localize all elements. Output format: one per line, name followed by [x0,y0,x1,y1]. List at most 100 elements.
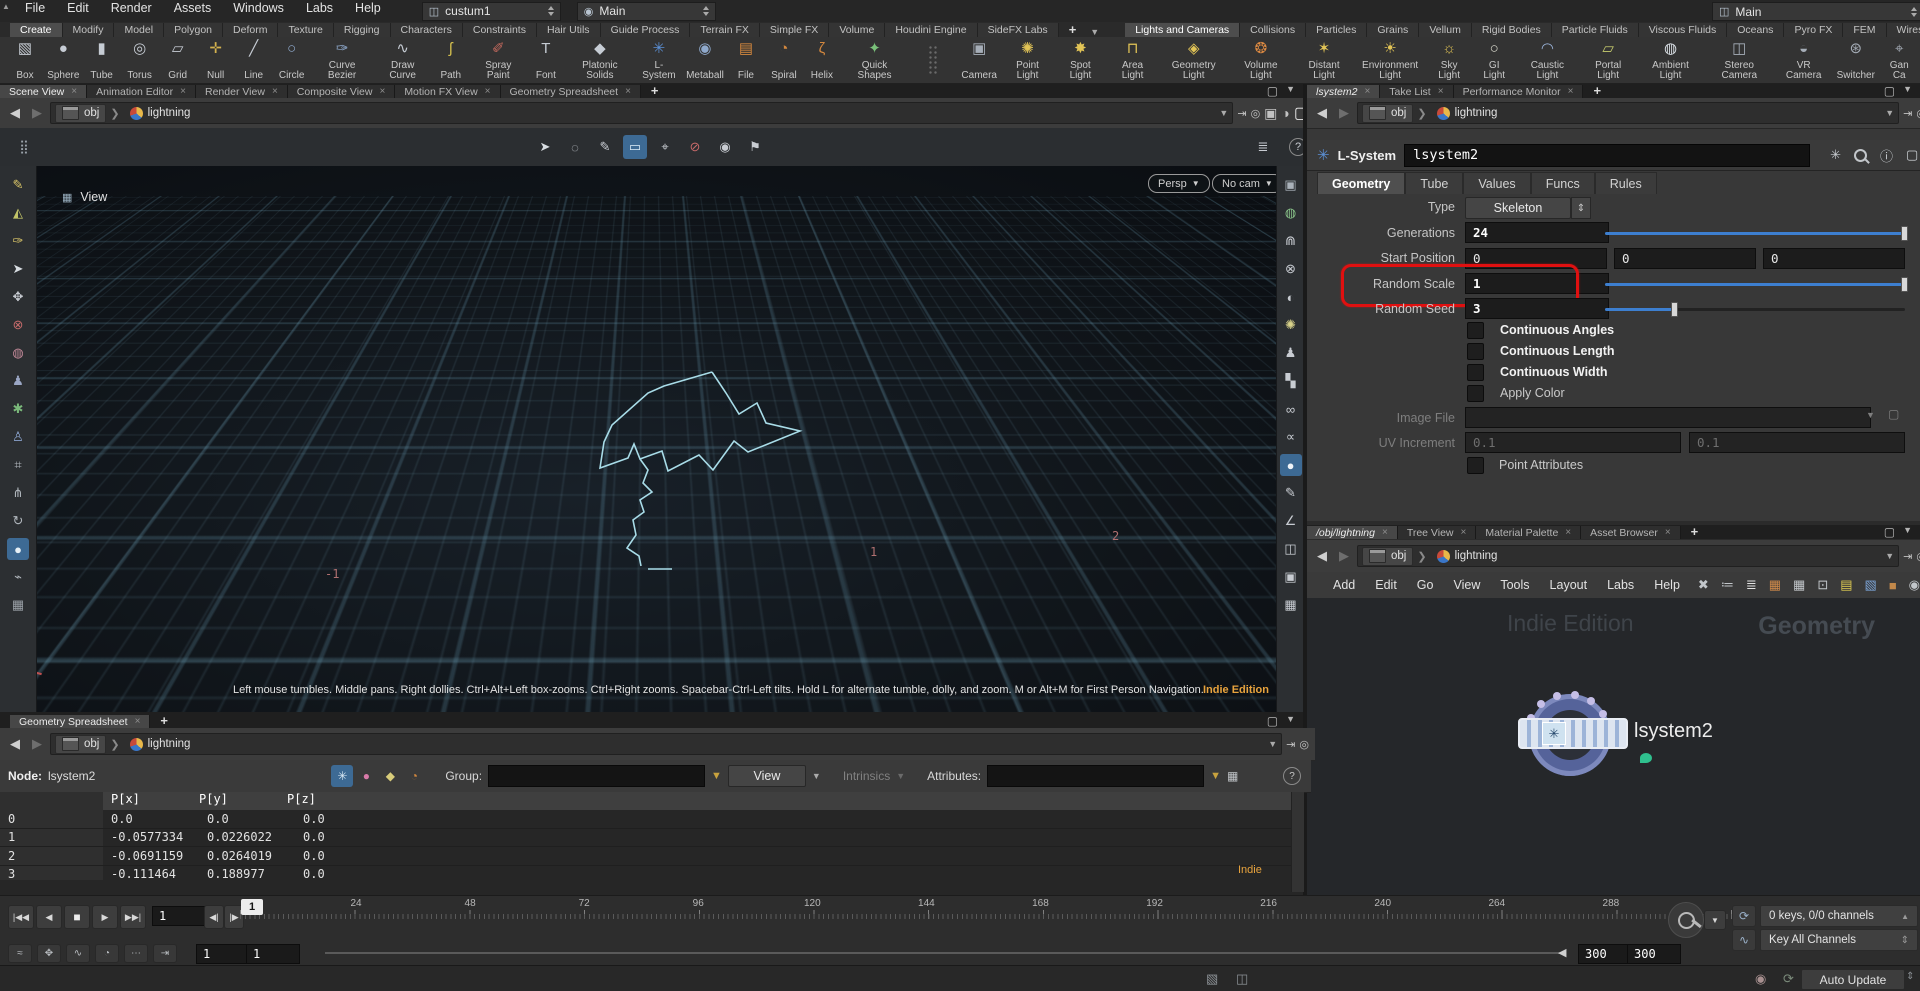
group-field[interactable] [488,765,705,787]
random-seed-slider[interactable] [1605,308,1905,311]
shelf-tool[interactable]: ✑ Curve Bezier [311,37,374,83]
scene-selector[interactable]: ◉ Main [577,2,716,21]
column-header[interactable]: P[x] [103,792,191,810]
playback-start-field[interactable]: 1 [246,944,300,964]
shelf-tool[interactable]: ✸ Spot Light [1055,37,1107,83]
go-to-start-button[interactable]: |◀◀ [8,905,34,929]
scene-spinner[interactable] [703,6,709,16]
selection-mask-icon[interactable]: ⊗ [7,314,29,336]
shelf-tool[interactable]: ◉ Metaball [683,37,727,83]
radial-menu-icon[interactable]: ◎ [1916,107,1920,120]
shelf-tab[interactable]: Particles [1306,23,1367,37]
folder-tab[interactable]: Tube [1405,172,1463,194]
shelf-tab[interactable]: Polygon [164,23,223,37]
pane-tab[interactable]: Material Palette× [1476,526,1581,539]
key-options-button[interactable]: ▼ [1704,910,1726,930]
shelf-tab[interactable]: Vellum [1419,23,1472,37]
shelf-tab[interactable]: Deform [223,23,278,37]
detail-mode-icon[interactable]: ◔ [403,765,425,787]
snapshot-icon[interactable]: ▣ [1280,566,1302,588]
playback-end-field[interactable]: 300 [1578,944,1632,964]
cloth-tool-icon[interactable]: ▦ [7,594,29,616]
checkbox[interactable] [1467,385,1484,402]
add-shelf-tab-button[interactable]: + [1059,22,1087,37]
network-menu-item[interactable]: Go [1407,578,1444,592]
go-to-end-button[interactable]: ▶▶| [120,905,146,929]
folder-tab[interactable]: Rules [1595,172,1657,194]
shelf-tool[interactable]: ◫ Stereo Camera [1704,37,1774,83]
node-name-field[interactable]: lsystem2 [1404,144,1810,167]
secure-selection-icon[interactable]: ⊘ [683,135,707,159]
new-pane-tab-button[interactable]: + [641,83,669,98]
path-field[interactable]: obj ❯ lightning ▼ [1357,545,1899,567]
shelf-tab[interactable]: Pyro FX [1784,23,1843,37]
shelf-tab[interactable]: Lights and Cameras [1125,23,1240,37]
shelf-tab[interactable]: Oceans [1727,23,1784,37]
view-camera-icon[interactable]: ▣ [1280,174,1302,196]
shelf-tool[interactable]: ◠ Caustic Light [1515,37,1579,83]
shelf-tab[interactable]: Volume [829,23,885,37]
close-icon[interactable]: × [71,86,77,97]
close-icon[interactable]: × [1382,527,1388,538]
shelf-tab[interactable]: Constraints [463,23,537,37]
shelf-tool[interactable]: ○ Circle [273,37,311,83]
pane-menu-icon[interactable]: ▢ [1884,525,1895,539]
menu-item[interactable]: Windows [222,0,295,19]
shelf-tool[interactable]: ⌖ Gan Ca [1878,37,1920,83]
camera-menu[interactable]: No cam▼ [1212,174,1283,193]
update-mode-dropdown[interactable]: Auto Update [1801,969,1905,990]
path-field[interactable]: obj ❯ lightning ▼ [1357,102,1899,124]
background-image-icon[interactable]: ▧ [1865,577,1877,593]
image-file-field[interactable] [1465,407,1871,428]
checkbox[interactable] [1467,364,1484,381]
funnel-icon[interactable]: ▼ [1210,770,1221,782]
new-pane-tab-button[interactable]: + [1681,524,1709,539]
type-dropdown[interactable]: Skeleton [1465,197,1571,219]
eye-icon[interactable]: ◉ [1909,577,1920,593]
move-tool-icon[interactable]: ✥ [7,286,29,308]
update-spinner-icon[interactable]: ⇕ [1906,971,1914,982]
shelf-tab[interactable]: Characters [391,23,463,37]
radial-menu-icon[interactable]: ◎ [1916,550,1920,563]
funnel-icon[interactable]: ▼ [711,770,722,782]
shelf-tab[interactable]: Particle Fluids [1552,23,1639,37]
playhead[interactable]: 1 [241,899,263,915]
shelf-tab[interactable]: Model [114,23,164,37]
image-file-dropdown-icon[interactable]: ▼ [1866,410,1875,420]
pin-icon[interactable]: ⇥ [1903,107,1912,120]
back-icon[interactable]: ◀ [1313,548,1331,564]
shelf-tool[interactable]: ◍ Ambient Light [1637,37,1705,83]
network-menu-item[interactable]: View [1443,578,1490,592]
shelf-tool[interactable]: ✳ L-System [635,37,683,83]
close-icon[interactable]: × [485,86,491,97]
forward-icon[interactable]: ▶ [28,736,46,752]
close-icon[interactable]: × [272,86,278,97]
shelf-tab[interactable]: FEM [1843,23,1886,37]
goto-range-icon[interactable]: ⇥ [153,944,177,963]
paint-tool-icon[interactable]: ✑ [7,230,29,252]
cube-display-icon[interactable]: ◫ [1280,538,1302,560]
shelf-tab[interactable]: Modify [63,23,115,37]
uv-increment-v-field[interactable]: 0.1 [1689,432,1905,453]
search-icon[interactable] [1854,149,1867,162]
edit-tool-icon[interactable]: ✎ [7,174,29,196]
box-select-icon[interactable]: ▭ [623,135,647,159]
pane-options-icon[interactable]: ▼ [1903,525,1912,539]
points-mode-icon[interactable]: ✳ [331,765,353,787]
radial-menu-icon[interactable]: ◎ [1299,738,1309,751]
path-field[interactable]: obj ❯ lightning ▼ [50,733,1282,755]
corner-desktop-selector[interactable]: ◫ Main [1712,2,1920,21]
menu-item[interactable]: Assets [163,0,223,19]
rig-tool-icon[interactable]: ⋔ [7,482,29,504]
shelf-tool[interactable]: ◎ Torus [121,37,159,83]
shelf-tab[interactable]: Collisions [1240,23,1306,37]
shelf-tool[interactable]: ▮ Tube [83,37,121,83]
start-position-y-field[interactable]: 0 [1614,248,1756,269]
path-dropdown-icon[interactable]: ▼ [1219,108,1228,118]
range-slider[interactable] [325,952,1565,954]
close-icon[interactable]: × [135,716,141,727]
pane-menu-icon[interactable]: ▢ [1267,84,1278,98]
step-back-button[interactable]: ◀ [36,905,62,929]
random-scale-field[interactable]: 1 [1465,273,1609,294]
pane-options-icon[interactable]: ▼ [1286,714,1295,728]
